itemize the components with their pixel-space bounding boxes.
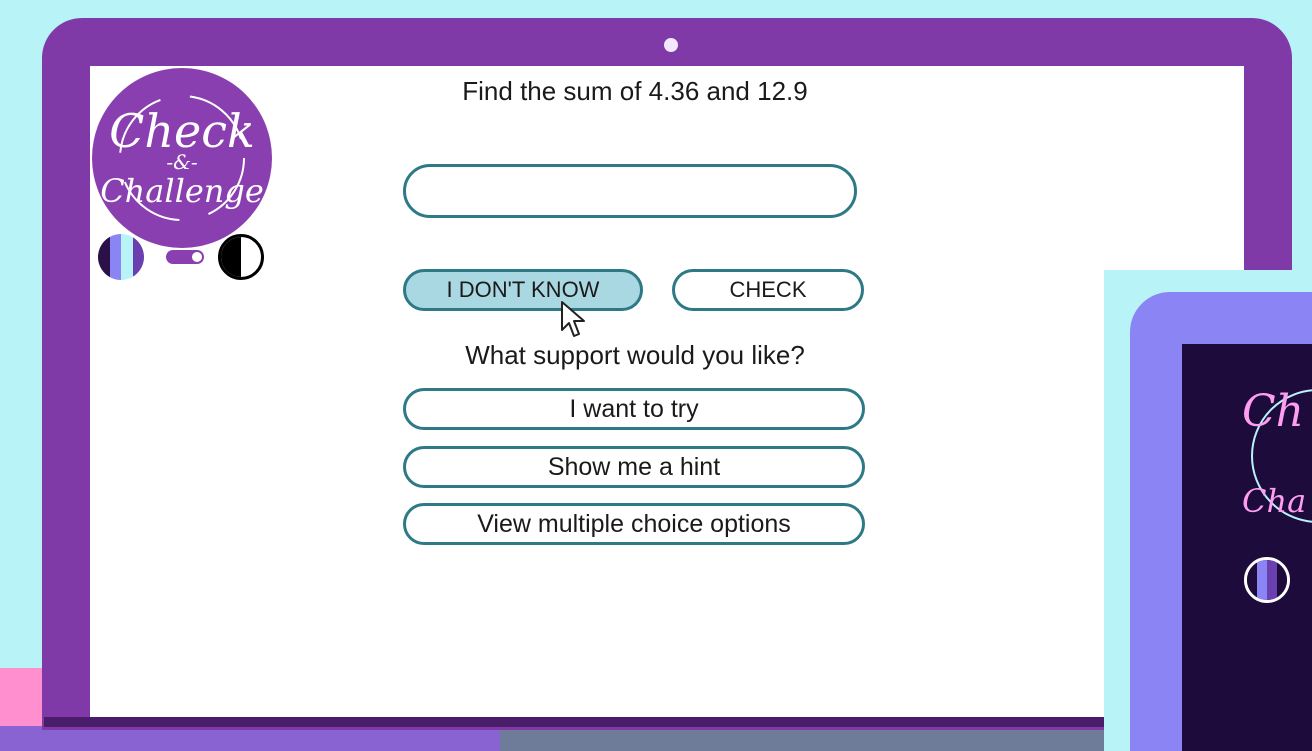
accessibility-controls xyxy=(98,234,278,284)
preview-logo-challenge: Cha xyxy=(1242,482,1306,520)
theme-toggle-switch[interactable] xyxy=(166,250,204,264)
logo-ampersand: -&- xyxy=(166,150,198,174)
support-heading: What support would you like? xyxy=(465,340,805,370)
preview-striped-circle-icon xyxy=(1244,557,1290,603)
preview-logo-neon-icon: Ch Cha xyxy=(1242,386,1312,523)
answer-input[interactable] xyxy=(403,164,857,218)
striped-circle-icon[interactable] xyxy=(98,234,144,280)
preview-logo-check: Ch xyxy=(1242,386,1304,437)
check-button[interactable]: CHECK xyxy=(672,269,864,311)
support-option-hint[interactable]: Show me a hint xyxy=(403,446,865,488)
camera-icon xyxy=(664,38,678,52)
cursor-pointer-icon xyxy=(561,301,585,337)
support-option-try[interactable]: I want to try xyxy=(403,388,865,430)
preview-logo: Ch Cha xyxy=(1238,366,1312,546)
contrast-icon[interactable] xyxy=(218,234,264,280)
support-option-multiple-choice[interactable]: View multiple choice options xyxy=(403,503,865,545)
decor-pink-strip xyxy=(0,668,44,728)
question-text: Find the sum of 4.36 and 12.9 xyxy=(462,76,808,106)
check-and-challenge-logo: Check -&- Challenge xyxy=(92,68,272,248)
i-dont-know-button[interactable]: I DON'T KNOW xyxy=(403,269,643,311)
logo-word-challenge: Challenge xyxy=(100,172,264,210)
laptop-base xyxy=(44,717,1124,727)
